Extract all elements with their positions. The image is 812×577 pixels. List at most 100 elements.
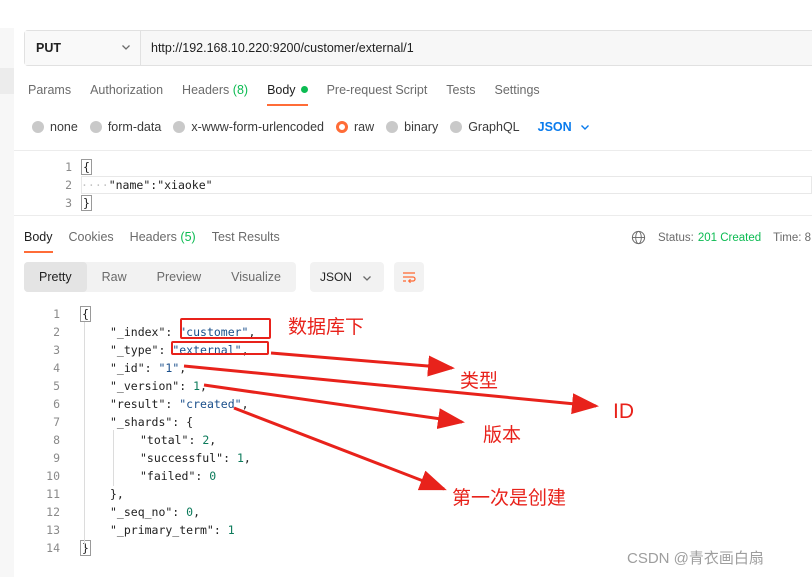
body-format-label: JSON: [537, 120, 572, 134]
globe-icon[interactable]: [631, 230, 646, 245]
tab-headers[interactable]: Headers (8): [182, 83, 248, 97]
response-code-line: "failed": 0: [140, 467, 216, 485]
response-code-line: "result": "created",: [110, 395, 249, 413]
watermark: CSDN @青衣画白扇: [627, 550, 764, 567]
body-format-select[interactable]: JSON: [538, 120, 590, 134]
json-punctuation: ,: [193, 505, 201, 519]
top-cut-bar: [0, 0, 812, 28]
tab-params[interactable]: Params: [28, 83, 71, 97]
chevron-down-icon: [580, 125, 589, 130]
radio-form-data[interactable]: form-data: [89, 120, 162, 134]
json-punctuation: ,: [243, 451, 251, 465]
tab-test-results[interactable]: Test Results: [212, 230, 280, 244]
tab-pre-request-script[interactable]: Pre-request Script: [327, 83, 428, 97]
radio-none-label: none: [50, 120, 78, 134]
radio-none[interactable]: none: [32, 120, 78, 134]
json-key: "_seq_no":: [110, 505, 187, 519]
json-punctuation: ,: [241, 397, 249, 411]
json-key: "failed":: [140, 469, 210, 483]
tab-body[interactable]: Body: [267, 83, 308, 106]
view-pretty[interactable]: Pretty: [24, 262, 87, 292]
json-key: "successful":: [140, 451, 237, 465]
json-key: "result":: [110, 397, 180, 411]
status-label: Status:: [658, 231, 694, 244]
radio-raw[interactable]: raw: [336, 120, 374, 134]
tab-settings-label: Settings: [494, 83, 540, 97]
response-code-line: },: [110, 485, 124, 503]
code-line: ····"name":"xiaoke": [81, 176, 213, 194]
json-value: 1: [236, 451, 244, 465]
response-line-number: 10: [46, 469, 60, 483]
radio-circle-icon: [450, 121, 463, 133]
json-value: "1": [158, 361, 180, 375]
tab-response-body[interactable]: Body: [24, 230, 53, 253]
json-punctuation: ,: [209, 433, 217, 447]
response-format-label: JSON: [319, 270, 352, 284]
tab-response-headers-label: Headers: [129, 230, 177, 244]
arrow-to-type: [270, 351, 455, 377]
method-select[interactable]: PUT: [25, 31, 141, 65]
brace-match-open: {: [81, 159, 92, 175]
view-preview[interactable]: Preview: [142, 262, 216, 292]
indent-guide: [113, 430, 114, 486]
tab-authorization[interactable]: Authorization: [90, 83, 163, 97]
radio-form-data-label: form-data: [107, 120, 162, 134]
response-tabs: Body Cookies Headers (5) Test Results: [24, 230, 296, 253]
editor-line-number: 3: [65, 196, 72, 210]
tab-tests[interactable]: Tests: [446, 83, 475, 97]
request-url-bar: PUT http://192.168.10.220:9200/customer/…: [24, 30, 812, 66]
active-tab-underline: [267, 104, 308, 106]
tab-cookies[interactable]: Cookies: [69, 230, 114, 244]
tab-test-results-label: Test Results: [211, 230, 280, 244]
json-value: 1: [227, 523, 235, 537]
radio-circle-icon: [173, 121, 186, 133]
wrap-lines-icon: [402, 272, 416, 284]
tab-headers-label: Headers: [182, 83, 230, 97]
response-status: Status: 201 Created Time: 8: [631, 230, 811, 245]
tab-settings[interactable]: Settings: [494, 83, 539, 97]
view-visualize[interactable]: Visualize: [216, 262, 296, 292]
json-key: "_version":: [110, 379, 194, 393]
json-value: "created": [179, 397, 242, 411]
radio-graphql[interactable]: GraphQL: [450, 120, 520, 134]
radio-urlencoded[interactable]: x-www-form-urlencoded: [173, 120, 324, 134]
response-line-number: 11: [46, 487, 60, 501]
response-code-line: "_shards": {: [110, 413, 193, 431]
radio-graphql-label: GraphQL: [468, 120, 520, 134]
json-value: 1: [193, 379, 201, 393]
tab-tests-label: Tests: [446, 83, 476, 97]
status-value: 201 Created: [697, 231, 762, 244]
response-line-number: 13: [46, 523, 60, 537]
json-value: }: [80, 540, 91, 556]
response-line-number: 2: [53, 325, 60, 339]
time-label: Time: 8: [773, 231, 812, 244]
modified-dot-icon: [300, 86, 308, 93]
annotation-id: ID: [613, 400, 634, 423]
left-sidebar-highlight: [0, 68, 14, 94]
json-key: "_id":: [110, 361, 159, 375]
body-value: "xiaoke": [157, 178, 213, 192]
response-line-number: 12: [46, 505, 60, 519]
view-raw[interactable]: Raw: [87, 262, 142, 292]
json-key: "total":: [140, 433, 203, 447]
annotation-type: 类型: [460, 370, 499, 392]
active-tab-underline: [24, 251, 53, 253]
editor-line-number: 2: [65, 178, 72, 192]
body-key: "name": [108, 178, 151, 192]
radio-binary[interactable]: binary: [386, 120, 438, 134]
json-key: "_index":: [110, 325, 180, 339]
tab-response-body-label: Body: [24, 230, 53, 244]
json-value: },: [110, 487, 124, 501]
response-code-line: "_primary_term": 1: [110, 521, 235, 539]
response-format-select[interactable]: JSON: [309, 262, 384, 292]
json-value: {: [186, 415, 194, 429]
response-code-line: "_id": "1",: [110, 359, 186, 377]
response-code-line: "_version": 1,: [110, 377, 207, 395]
tab-response-headers[interactable]: Headers (5): [130, 230, 196, 244]
json-key: "_shards":: [110, 415, 187, 429]
response-line-number: 7: [53, 415, 60, 429]
wrap-lines-button[interactable]: [393, 262, 424, 292]
radio-selected-icon: [336, 121, 348, 133]
radio-raw-label: raw: [354, 120, 375, 134]
url-input[interactable]: http://192.168.10.220:9200/customer/exte…: [141, 31, 414, 65]
